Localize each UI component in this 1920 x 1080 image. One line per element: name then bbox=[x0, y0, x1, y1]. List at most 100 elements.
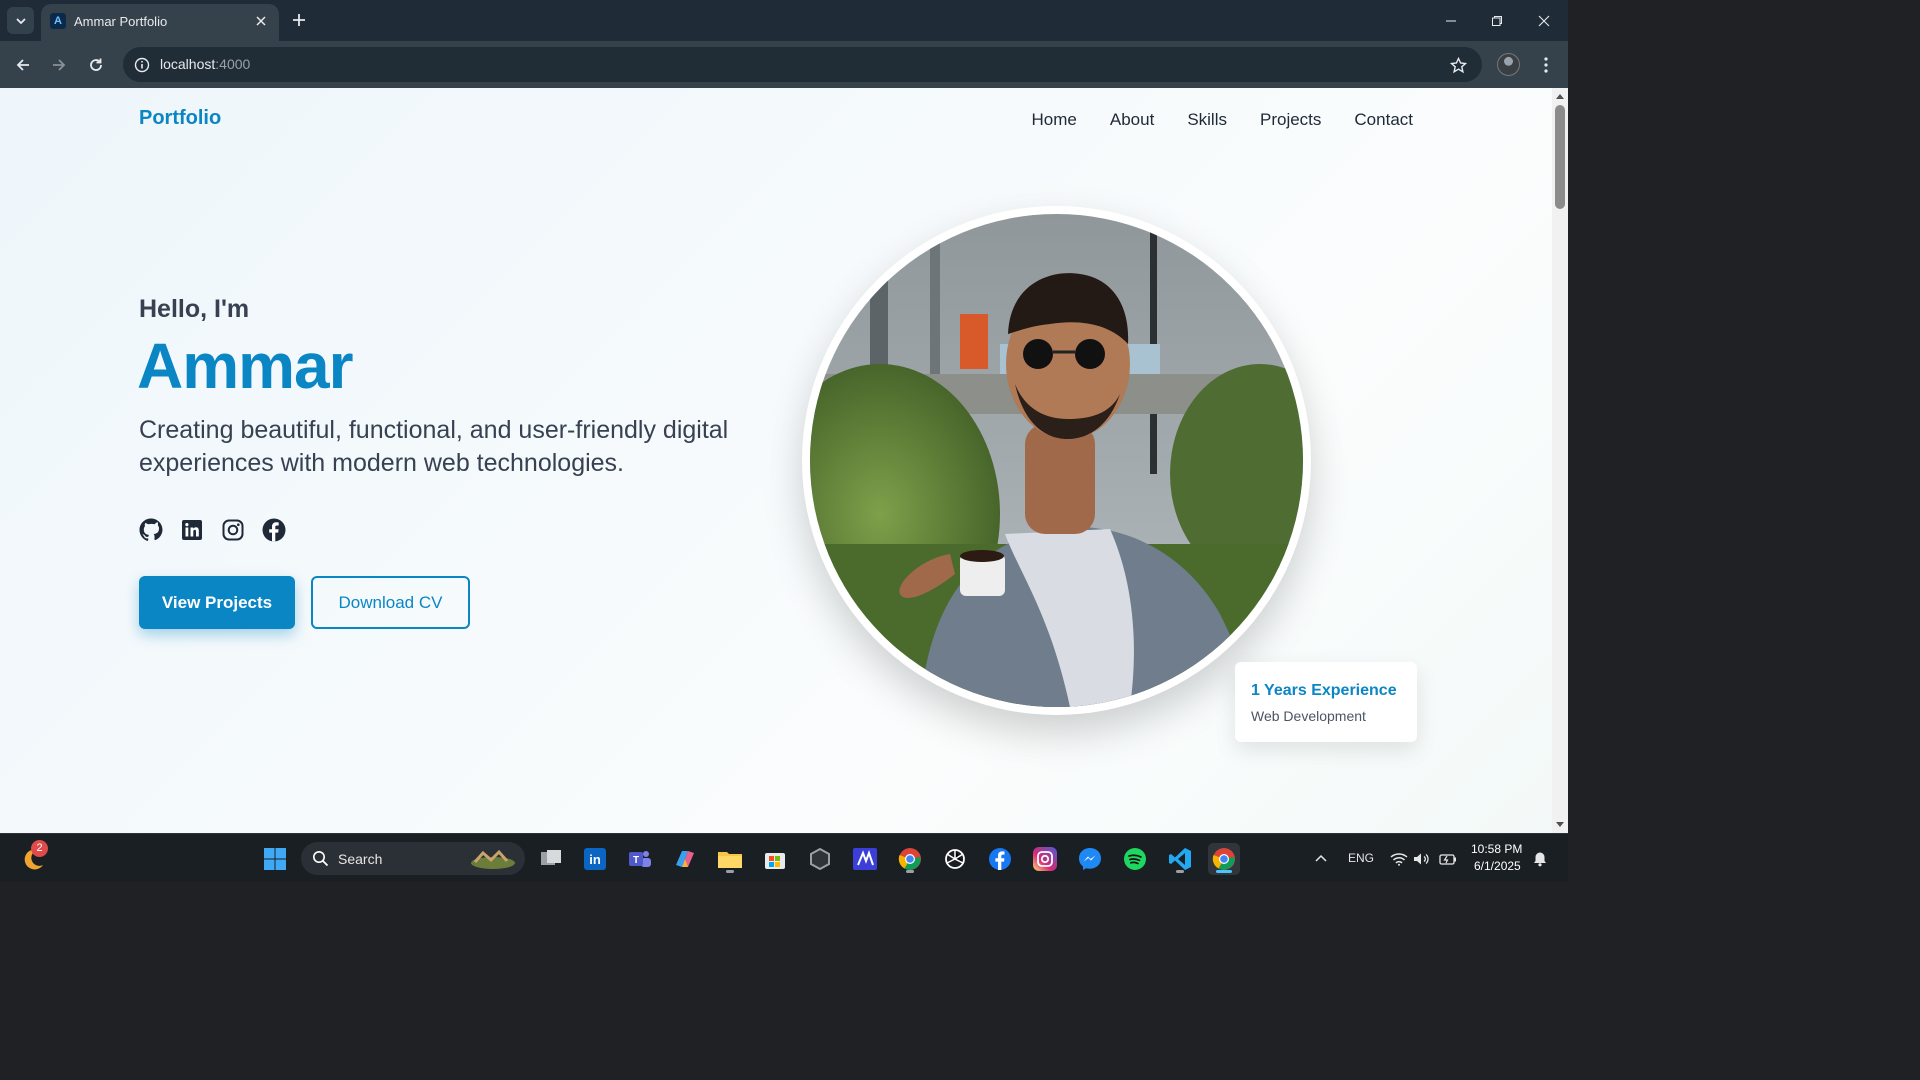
taskbar-copilot[interactable] bbox=[669, 843, 701, 875]
site-logo[interactable]: Portfolio bbox=[139, 107, 221, 130]
restore-button[interactable] bbox=[1474, 0, 1520, 41]
battery-status[interactable] bbox=[1432, 843, 1464, 875]
chevron-down-icon bbox=[15, 17, 26, 24]
store-icon bbox=[765, 853, 785, 869]
language-indicator[interactable]: ENG bbox=[1348, 851, 1374, 865]
taskbar-chrome-active[interactable] bbox=[1208, 843, 1240, 875]
forward-button[interactable] bbox=[45, 51, 73, 79]
github-link[interactable] bbox=[139, 518, 163, 542]
taskbar-chrome-1[interactable] bbox=[894, 843, 926, 875]
search-highlight-icon bbox=[471, 849, 515, 869]
nav-contact[interactable]: Contact bbox=[1354, 110, 1413, 130]
running-indicator bbox=[906, 870, 914, 873]
back-button[interactable] bbox=[9, 51, 37, 79]
notification-badge: 2 bbox=[31, 840, 48, 857]
instagram-link[interactable] bbox=[221, 518, 245, 542]
facebook-icon bbox=[262, 518, 286, 542]
reload-button[interactable] bbox=[82, 51, 110, 79]
taskbar-teams[interactable]: T bbox=[624, 843, 656, 875]
profile-photo bbox=[810, 214, 1303, 707]
nav-skills[interactable]: Skills bbox=[1187, 110, 1227, 130]
browser-menu-button[interactable] bbox=[1536, 53, 1556, 77]
browser-toolbar: localhost:4000 bbox=[0, 41, 1568, 88]
bookmark-button[interactable] bbox=[1448, 55, 1468, 75]
tab-close-button[interactable] bbox=[252, 12, 270, 30]
spotify-icon bbox=[1124, 848, 1146, 870]
favicon-icon: A bbox=[50, 13, 66, 29]
taskbar-file-explorer[interactable] bbox=[714, 843, 746, 875]
close-window-button[interactable] bbox=[1521, 0, 1567, 41]
taskbar-task-view[interactable] bbox=[535, 843, 567, 875]
hexagon-app-icon bbox=[810, 848, 830, 870]
linkedin-link[interactable] bbox=[180, 518, 204, 542]
clock-date[interactable]: 6/1/2025 bbox=[1474, 859, 1521, 873]
tab-title: Ammar Portfolio bbox=[74, 14, 168, 29]
star-icon bbox=[1449, 56, 1467, 73]
show-hidden-icons-button[interactable] bbox=[1305, 843, 1337, 875]
experience-title: 1 Years Experience bbox=[1251, 682, 1397, 699]
scroll-up-arrow-icon[interactable] bbox=[1555, 92, 1565, 102]
taskbar-messenger[interactable] bbox=[1074, 843, 1106, 875]
linkedin-app-icon: in bbox=[584, 848, 606, 870]
browser-tab-active[interactable]: A Ammar Portfolio bbox=[41, 4, 279, 41]
chatgpt-icon bbox=[945, 849, 965, 869]
instagram-icon bbox=[222, 519, 244, 541]
address-bar[interactable]: localhost:4000 bbox=[123, 47, 1482, 82]
svg-text:in: in bbox=[589, 852, 601, 867]
active-indicator bbox=[1216, 870, 1232, 873]
restore-icon bbox=[1492, 15, 1502, 26]
scrollbar-thumb[interactable] bbox=[1555, 105, 1565, 209]
social-links bbox=[139, 518, 286, 542]
taskbar-facebook[interactable] bbox=[984, 843, 1016, 875]
browser-tab-strip: A Ammar Portfolio bbox=[0, 0, 1568, 41]
view-projects-button[interactable]: View Projects bbox=[139, 576, 295, 629]
task-view-icon bbox=[541, 850, 561, 865]
site-info-button[interactable] bbox=[132, 55, 151, 74]
minimize-button[interactable] bbox=[1428, 0, 1474, 41]
close-icon bbox=[256, 16, 266, 26]
more-vertical-icon bbox=[1544, 57, 1548, 73]
new-tab-button[interactable] bbox=[287, 8, 311, 32]
experience-card: 1 Years Experience Web Development bbox=[1235, 662, 1417, 742]
bell-icon bbox=[1534, 852, 1546, 867]
start-button[interactable] bbox=[259, 843, 291, 875]
copilot-icon bbox=[676, 851, 694, 867]
nav-about[interactable]: About bbox=[1110, 110, 1154, 130]
running-indicator bbox=[1176, 870, 1184, 873]
taskbar-search-label: Search bbox=[338, 851, 383, 867]
taskbar-store[interactable] bbox=[759, 843, 791, 875]
taskbar-linkedin[interactable]: in bbox=[579, 843, 611, 875]
scroll-down-arrow-icon[interactable] bbox=[1555, 819, 1565, 829]
url-host: localhost bbox=[160, 56, 216, 72]
experience-subtitle: Web Development bbox=[1251, 708, 1366, 724]
url-text: localhost:4000 bbox=[160, 56, 250, 72]
taskbar-spotify[interactable] bbox=[1119, 843, 1151, 875]
search-icon bbox=[313, 851, 329, 867]
tab-search-button[interactable] bbox=[7, 7, 34, 34]
teams-icon: T bbox=[629, 851, 651, 867]
speaker-icon bbox=[1414, 853, 1429, 865]
profile-avatar[interactable] bbox=[1497, 53, 1520, 76]
facebook-link[interactable] bbox=[262, 518, 286, 542]
windows-taskbar: Search in T ENG bbox=[0, 833, 1568, 882]
taskbar-chatgpt[interactable] bbox=[939, 843, 971, 875]
clock-time[interactable]: 10:58 PM bbox=[1471, 842, 1522, 856]
hero-tagline: Creating beautiful, functional, and user… bbox=[139, 416, 729, 477]
notification-center-button[interactable] bbox=[1524, 843, 1556, 875]
chrome-icon bbox=[898, 848, 921, 870]
taskbar-app-editor[interactable] bbox=[849, 843, 881, 875]
reload-icon bbox=[90, 58, 102, 71]
page-scrollbar[interactable] bbox=[1552, 88, 1568, 833]
taskbar-instagram[interactable] bbox=[1029, 843, 1061, 875]
github-icon bbox=[139, 518, 163, 541]
page-viewport: Portfolio Home About Skills Projects Con… bbox=[0, 88, 1552, 833]
nav-projects[interactable]: Projects bbox=[1260, 110, 1321, 130]
download-cv-button[interactable]: Download CV bbox=[311, 576, 470, 629]
taskbar-vscode[interactable] bbox=[1164, 843, 1196, 875]
taskbar-app-dev[interactable] bbox=[804, 843, 836, 875]
arrow-right-icon bbox=[53, 59, 66, 71]
nav-home[interactable]: Home bbox=[1032, 110, 1077, 130]
taskbar-search[interactable]: Search bbox=[301, 842, 525, 875]
instagram-app-icon bbox=[1033, 847, 1057, 871]
windows-logo-icon bbox=[264, 848, 286, 870]
